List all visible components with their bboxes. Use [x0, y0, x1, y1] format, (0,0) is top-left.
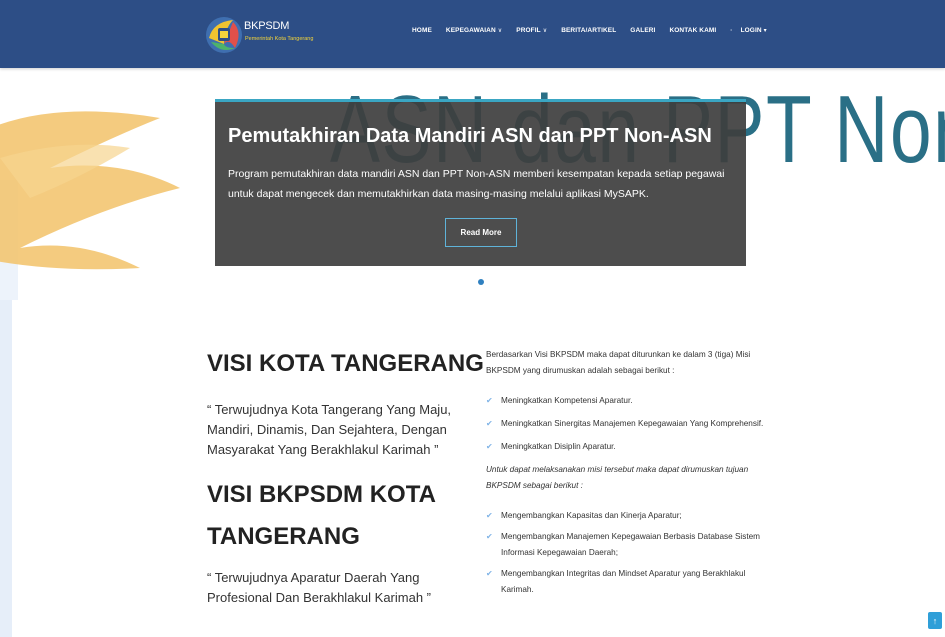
- scroll-to-top-button[interactable]: ↑: [928, 612, 942, 629]
- visi-bkpsdm-heading: VISI BKPSDM KOTA TANGERANG: [207, 481, 436, 550]
- main-menu: HOME KEPEGAWAIAN ∨ PROFIL ∨ BERITA/ARTIKEL…: [412, 27, 781, 34]
- misi-section: Berdasarkan Visi BKPSDM maka dapat ditur…: [486, 347, 776, 603]
- visi-bkpsdm-quote: “ Terwujudnya Aparatur Daerah Yang Profe…: [207, 570, 431, 605]
- visi-kota-quote: “ Terwujudnya Kota Tangerang Yang Maju, …: [207, 402, 452, 457]
- misi-list: ✔ Meningkatkan Kompetensi Aparatur. ✔ Meni…: [486, 393, 776, 455]
- menu-profil[interactable]: PROFIL ∨: [516, 27, 547, 34]
- logo-emblem-icon: [206, 17, 242, 53]
- carousel-indicator[interactable]: [478, 279, 484, 285]
- logo[interactable]: BKPSDM Pemerintah Kota Tangerang: [203, 14, 323, 54]
- brand-name: BKPSDM: [244, 20, 290, 32]
- menu-galeri[interactable]: GALERI: [630, 27, 655, 34]
- list-item: ✔ Mengembangkan Kapasitas dan Kinerja Apa…: [486, 508, 776, 524]
- hero-carousel: ASN dan PPT Non ASN Pemutakhiran Data Ma…: [0, 68, 945, 308]
- read-more-button[interactable]: Read More: [445, 218, 517, 247]
- menu-kepegawaian[interactable]: KEPEGAWAIAN ∨: [446, 27, 502, 34]
- list-item: ✔ Meningkatkan Disiplin Aparatur.: [486, 439, 776, 455]
- arrow-up-icon: ↑: [932, 615, 938, 626]
- check-icon: ✔: [486, 511, 493, 520]
- caret-down-icon: ▾: [763, 28, 767, 34]
- list-item: ✔ Mengembangkan Manajemen Kepegawaian Ber…: [486, 529, 776, 561]
- navbar: BKPSDM Pemerintah Kota Tangerang HOME KE…: [0, 0, 945, 68]
- list-item: ✔ Meningkatkan Sinergitas Manajemen Kepeg…: [486, 416, 776, 432]
- list-item: ✔ Meningkatkan Kompetensi Aparatur.: [486, 393, 776, 409]
- check-icon: ✔: [486, 396, 493, 405]
- tujuan-intro: Untuk dapat melaksanakan misi tersebut m…: [486, 465, 749, 490]
- check-icon: ✔: [486, 442, 493, 451]
- slide-description: Program pemutakhiran data mandiri ASN da…: [228, 168, 725, 200]
- check-icon: ✔: [486, 569, 493, 578]
- menu-berita[interactable]: BERITA/ARTIKEL: [561, 27, 616, 34]
- brush-stroke-decoration: [0, 111, 180, 270]
- tujuan-list: ✔ Mengembangkan Kapasitas dan Kinerja Apa…: [486, 508, 776, 598]
- menu-home[interactable]: HOME: [412, 27, 432, 34]
- slide-caption: Pemutakhiran Data Mandiri ASN dan PPT No…: [215, 99, 746, 266]
- slide-title: Pemutakhiran Data Mandiri ASN dan PPT No…: [228, 125, 712, 147]
- check-icon: ✔: [486, 532, 493, 541]
- misi-intro: Berdasarkan Visi BKPSDM maka dapat ditur…: [486, 350, 751, 375]
- check-icon: ✔: [486, 419, 493, 428]
- visi-kota-heading: VISI KOTA TANGERANG: [207, 350, 484, 377]
- brand-subtitle: Pemerintah Kota Tangerang: [245, 36, 314, 42]
- menu-kontak[interactable]: KONTAK KAMI: [669, 27, 716, 34]
- menu-login[interactable]: LOGIN▾: [730, 27, 767, 34]
- chevron-down-icon: ∨: [542, 28, 548, 34]
- list-item: ✔ Mengembangkan Integritas dan Mindset Ap…: [486, 566, 776, 598]
- left-accent-lower: [0, 300, 12, 637]
- chevron-down-icon: ∨: [497, 28, 503, 34]
